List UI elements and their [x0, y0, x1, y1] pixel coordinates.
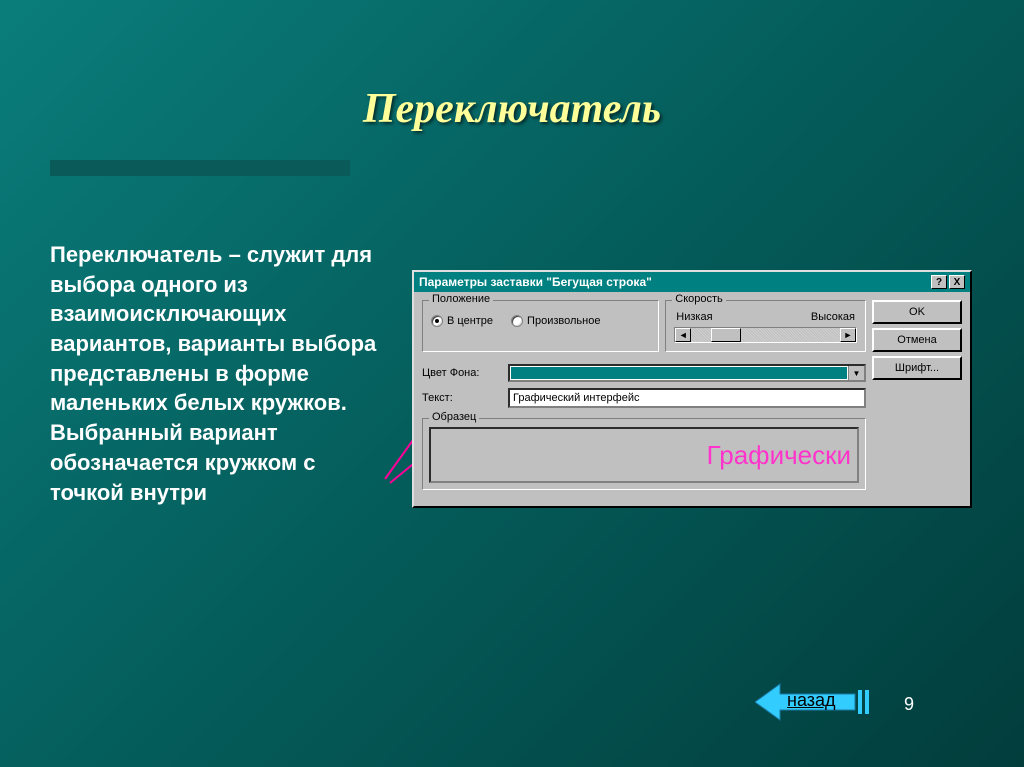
radio-icon: [431, 315, 443, 327]
radio-center-label: В центре: [447, 315, 493, 327]
text-label: Текст:: [422, 392, 500, 404]
screensaver-dialog: Параметры заставки "Бегущая строка" ? X …: [412, 270, 972, 508]
font-button[interactable]: Шрифт...: [872, 356, 962, 380]
sample-group-title: Образец: [429, 411, 479, 423]
sample-groupbox: Образец Графически: [422, 418, 866, 490]
sample-preview: Графически: [429, 427, 859, 483]
page-number: 9: [904, 694, 914, 715]
radio-random[interactable]: Произвольное: [511, 313, 600, 327]
speed-slider[interactable]: ◄ ►: [674, 327, 857, 343]
slider-trough[interactable]: [691, 328, 840, 342]
dialog-title: Параметры заставки "Бегущая строка": [419, 275, 931, 289]
ok-button[interactable]: OK: [872, 300, 962, 324]
radio-random-label: Произвольное: [527, 315, 600, 327]
text-input[interactable]: [508, 388, 866, 408]
back-label: назад: [787, 690, 836, 711]
body-text: Переключатель – служит для выбора одного…: [50, 240, 380, 507]
bgcolor-label: Цвет Фона:: [422, 367, 500, 379]
color-swatch: [511, 367, 847, 379]
slide-title: Переключатель: [0, 0, 1024, 133]
close-button[interactable]: X: [949, 275, 965, 289]
speed-groupbox: Скорость Низкая Высокая ◄ ►: [665, 300, 866, 352]
speed-low-label: Низкая: [676, 311, 712, 323]
back-nav[interactable]: назад: [755, 682, 875, 722]
combo-chevron-icon[interactable]: ▼: [848, 366, 864, 380]
slider-right-arrow-icon[interactable]: ►: [840, 328, 856, 342]
radio-center[interactable]: В центре: [431, 313, 493, 327]
body-rest: – служит для выбора одного из взаимоискл…: [50, 242, 376, 505]
bgcolor-combo[interactable]: ▼: [508, 364, 866, 382]
position-group-title: Положение: [429, 293, 493, 305]
help-button[interactable]: ?: [931, 275, 947, 289]
body-term: Переключатель: [50, 242, 222, 267]
cancel-button[interactable]: Отмена: [872, 328, 962, 352]
slider-left-arrow-icon[interactable]: ◄: [675, 328, 691, 342]
radio-icon: [511, 315, 523, 327]
position-groupbox: Положение В центре Произвольное: [422, 300, 659, 352]
slider-thumb[interactable]: [711, 328, 741, 342]
title-underline: [50, 160, 350, 176]
speed-group-title: Скорость: [672, 293, 726, 305]
speed-high-label: Высокая: [811, 311, 855, 323]
sample-text: Графически: [707, 440, 851, 471]
dialog-titlebar[interactable]: Параметры заставки "Бегущая строка" ? X: [414, 272, 970, 292]
